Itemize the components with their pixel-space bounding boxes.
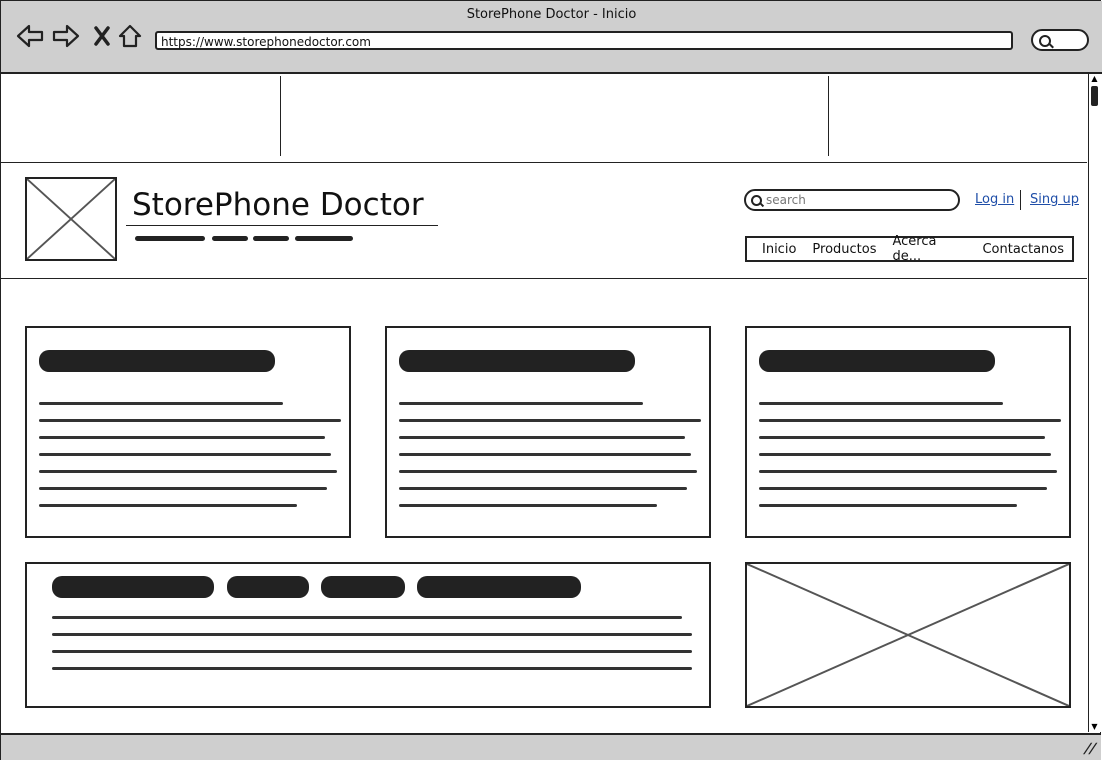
image-placeholder: [745, 562, 1071, 708]
logo-image: [25, 177, 117, 261]
content-card: [25, 326, 351, 538]
menu-item-productos[interactable]: Productos: [804, 242, 884, 257]
header-top-border: [1, 162, 1087, 163]
menu-item-acerca[interactable]: Acerca de...: [885, 234, 969, 264]
close-icon[interactable]: [88, 22, 116, 50]
main-menu: Inicio Productos Acerca de... Contactano…: [745, 234, 1074, 264]
link-divider: [1020, 190, 1021, 210]
window-title: StorePhone Doctor - Inicio: [466, 7, 637, 22]
forward-arrow-icon[interactable]: [52, 22, 80, 50]
header-bottom-border: [1, 278, 1087, 279]
vertical-scrollbar[interactable]: [1088, 74, 1102, 732]
content-card: [385, 326, 711, 538]
address-bar[interactable]: https://www.storephonedoctor.com: [155, 31, 1013, 50]
scroll-up-icon[interactable]: ▲: [1089, 74, 1100, 84]
tagline-placeholder-text: [135, 235, 355, 243]
search-placeholder: search: [766, 193, 806, 207]
search-icon: [1039, 35, 1051, 47]
back-arrow-icon[interactable]: [16, 22, 44, 50]
menu-item-contactanos[interactable]: Contactanos: [968, 242, 1072, 257]
content-card: [745, 326, 1071, 538]
menu-item-inicio[interactable]: Inicio: [747, 242, 804, 257]
status-bar: //: [1, 733, 1101, 760]
card-heading-placeholder: [759, 350, 995, 372]
home-icon[interactable]: [116, 22, 144, 50]
browser-search-button[interactable]: [1031, 29, 1089, 51]
site-title: StorePhone Doctor: [132, 187, 424, 223]
site-search-input[interactable]: search: [744, 189, 960, 211]
banner-divider: [280, 76, 281, 156]
card-heading-placeholder: [52, 576, 214, 598]
banner-divider: [828, 76, 829, 156]
title-underline: [126, 225, 438, 226]
scroll-thumb[interactable]: [1091, 86, 1098, 106]
signup-link[interactable]: Sing up: [1030, 192, 1079, 207]
search-icon: [751, 195, 762, 206]
resize-grip-icon[interactable]: //: [1082, 741, 1098, 757]
scroll-down-icon[interactable]: ▼: [1089, 722, 1100, 732]
login-link[interactable]: Log in: [975, 192, 1014, 207]
card-heading-placeholder: [399, 350, 635, 372]
card-heading-placeholder: [39, 350, 275, 372]
content-card-wide: [25, 562, 711, 708]
